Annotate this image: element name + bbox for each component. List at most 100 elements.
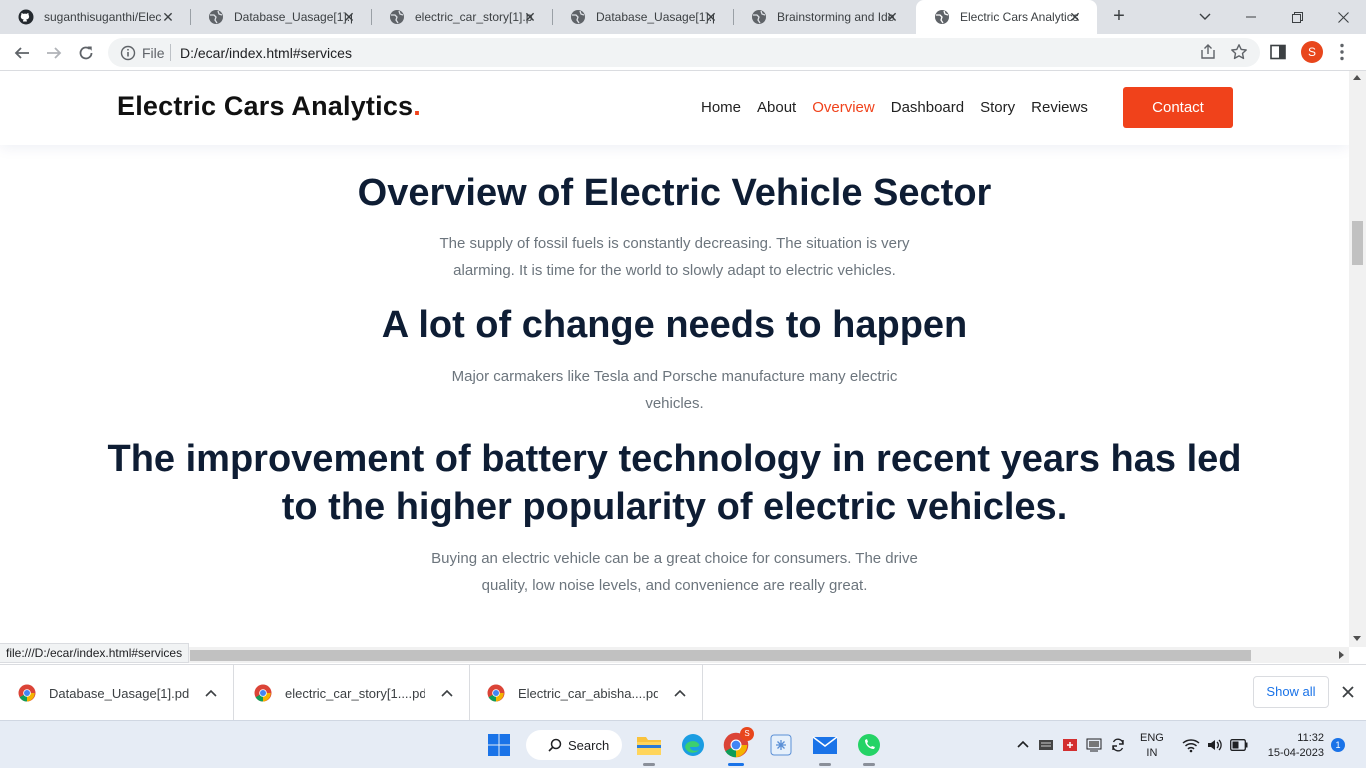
scheme-label: File [142, 45, 165, 61]
download-item[interactable]: electric_car_story[1....pdf [236, 665, 470, 721]
more-menu-icon[interactable] [1340, 43, 1344, 61]
reload-icon [79, 46, 93, 60]
new-tab-button[interactable]: + [1108, 6, 1130, 28]
logo-text: Electric Cars Analytics [117, 91, 414, 121]
reload-button[interactable] [74, 41, 98, 65]
profile-avatar[interactable]: S [1301, 41, 1323, 63]
section-text-line: Major carmakers like Tesla and Porsche m… [451, 368, 898, 385]
tab-title: Electric Cars Analytics [960, 10, 1078, 24]
horizontal-scrollbar[interactable] [0, 647, 1349, 663]
download-item[interactable]: Electric_car_abisha....pdf [469, 665, 703, 721]
download-filename: Electric_car_abisha....pdf [518, 685, 658, 701]
taskbar-search[interactable]: Search [526, 730, 622, 760]
edge-button[interactable] [679, 731, 707, 759]
mail-icon [812, 736, 838, 754]
clock[interactable]: 11:32 15-04-2023 [1262, 731, 1324, 761]
globe-icon [570, 9, 586, 25]
close-icon[interactable]: ✕ [884, 9, 900, 25]
nav-dashboard[interactable]: Dashboard [891, 99, 964, 116]
scroll-up-arrow[interactable] [1353, 75, 1361, 80]
change-text: Major carmakers like Tesla and Porsche m… [0, 363, 1349, 417]
chrome-profile-badge: S [740, 727, 754, 741]
edge-icon [682, 734, 704, 756]
close-icon[interactable]: ✕ [160, 9, 176, 25]
running-indicator [728, 763, 744, 766]
address-bar[interactable]: File D:/ecar/index.html#services [108, 38, 1260, 67]
contact-button[interactable]: Contact [1123, 87, 1233, 128]
close-icon[interactable]: ✕ [1067, 9, 1083, 25]
chevron-up-icon[interactable] [674, 689, 686, 697]
running-indicator [863, 763, 875, 766]
tray-app-icon[interactable] [1062, 737, 1078, 753]
language-indicator[interactable]: ENG IN [1140, 731, 1164, 761]
volume-icon[interactable] [1206, 737, 1222, 753]
tray-app-icon[interactable] [1086, 737, 1102, 753]
close-icon[interactable] [1340, 684, 1356, 700]
info-icon[interactable] [120, 45, 136, 61]
side-panel-icon[interactable] [1270, 44, 1286, 60]
section-heading: The improvement of battery technology in… [107, 438, 1242, 480]
browser-tab[interactable]: Brainstorming and Ide ✕ [733, 0, 914, 34]
divider [170, 44, 171, 61]
forward-button[interactable] [42, 41, 66, 65]
minimize-button[interactable] [1228, 0, 1274, 34]
battery-icon[interactable] [1230, 739, 1248, 751]
share-icon[interactable] [1200, 44, 1216, 60]
chevron-up-icon[interactable] [205, 689, 217, 697]
vertical-scrollbar[interactable] [1349, 71, 1366, 647]
scroll-down-arrow[interactable] [1353, 636, 1361, 641]
chevron-up-icon[interactable] [1017, 740, 1029, 748]
browser-tab[interactable]: electric_car_story[1].pc ✕ [371, 0, 552, 34]
app-icon [770, 734, 792, 756]
whatsapp-button[interactable] [855, 731, 883, 759]
start-button[interactable] [485, 731, 513, 759]
back-button[interactable] [10, 41, 34, 65]
url-text[interactable]: D:/ecar/index.html#services [180, 45, 352, 61]
section-text-line: quality, low noise levels, and convenien… [481, 577, 868, 594]
scroll-thumb[interactable] [1352, 221, 1363, 265]
mail-button[interactable] [811, 731, 839, 759]
site-logo[interactable]: Electric Cars Analytics. [117, 91, 421, 122]
browser-tab[interactable]: Database_Uasage[1].p ✕ [190, 0, 371, 34]
scroll-thumb[interactable] [190, 650, 1251, 661]
close-icon[interactable]: ✕ [522, 9, 538, 25]
browser-tab[interactable]: suganthisuganthi/Elec ✕ [0, 0, 190, 34]
notification-badge[interactable]: 1 [1331, 738, 1345, 752]
nav-home[interactable]: Home [701, 99, 741, 116]
star-icon[interactable] [1230, 43, 1248, 61]
close-icon[interactable]: ✕ [703, 9, 719, 25]
browser-tab[interactable]: Database_Uasage[1].p ✕ [552, 0, 733, 34]
close-icon[interactable]: ✕ [341, 9, 357, 25]
search-label: Search [568, 737, 610, 753]
running-indicator [819, 763, 831, 766]
chrome-taskbar-button[interactable]: S [722, 727, 754, 759]
wifi-icon[interactable] [1182, 737, 1200, 753]
windows-taskbar: Search S ENG IN 11:32 15-04-2023 1 [0, 720, 1366, 768]
section-heading: A lot of change needs to happen [381, 304, 968, 346]
close-window-button[interactable] [1320, 0, 1366, 34]
nav-about[interactable]: About [757, 99, 796, 116]
section-heading: Overview of Electric Vehicle Sector [357, 172, 992, 214]
nav-reviews[interactable]: Reviews [1031, 99, 1088, 116]
browser-tab-active[interactable]: Electric Cars Analytics ✕ [916, 0, 1097, 34]
show-all-downloads-button[interactable]: Show all [1253, 676, 1329, 708]
tab-title: Database_Uasage[1].p [596, 10, 714, 24]
clock-date: 15-04-2023 [1267, 747, 1324, 759]
folder-icon [637, 737, 661, 755]
arrow-left-icon [14, 47, 29, 59]
whatsapp-icon [858, 734, 880, 756]
nav-story[interactable]: Story [980, 99, 1015, 116]
restore-button[interactable] [1274, 0, 1320, 34]
tab-search-button[interactable] [1182, 0, 1228, 34]
scroll-right-arrow[interactable] [1339, 651, 1344, 659]
chevron-down-icon [1199, 13, 1211, 20]
nav-overview[interactable]: Overview [812, 99, 875, 116]
main-nav: Home About Overview Dashboard Story Revi… [701, 99, 1088, 116]
snipping-tool-button[interactable] [767, 731, 795, 759]
arrow-right-icon [47, 47, 62, 59]
tray-app-icon[interactable] [1038, 737, 1054, 753]
chevron-up-icon[interactable] [441, 689, 453, 697]
sync-icon[interactable] [1110, 737, 1126, 753]
file-explorer-button[interactable] [635, 731, 663, 759]
download-item[interactable]: Database_Uasage[1].pdf [0, 665, 234, 721]
